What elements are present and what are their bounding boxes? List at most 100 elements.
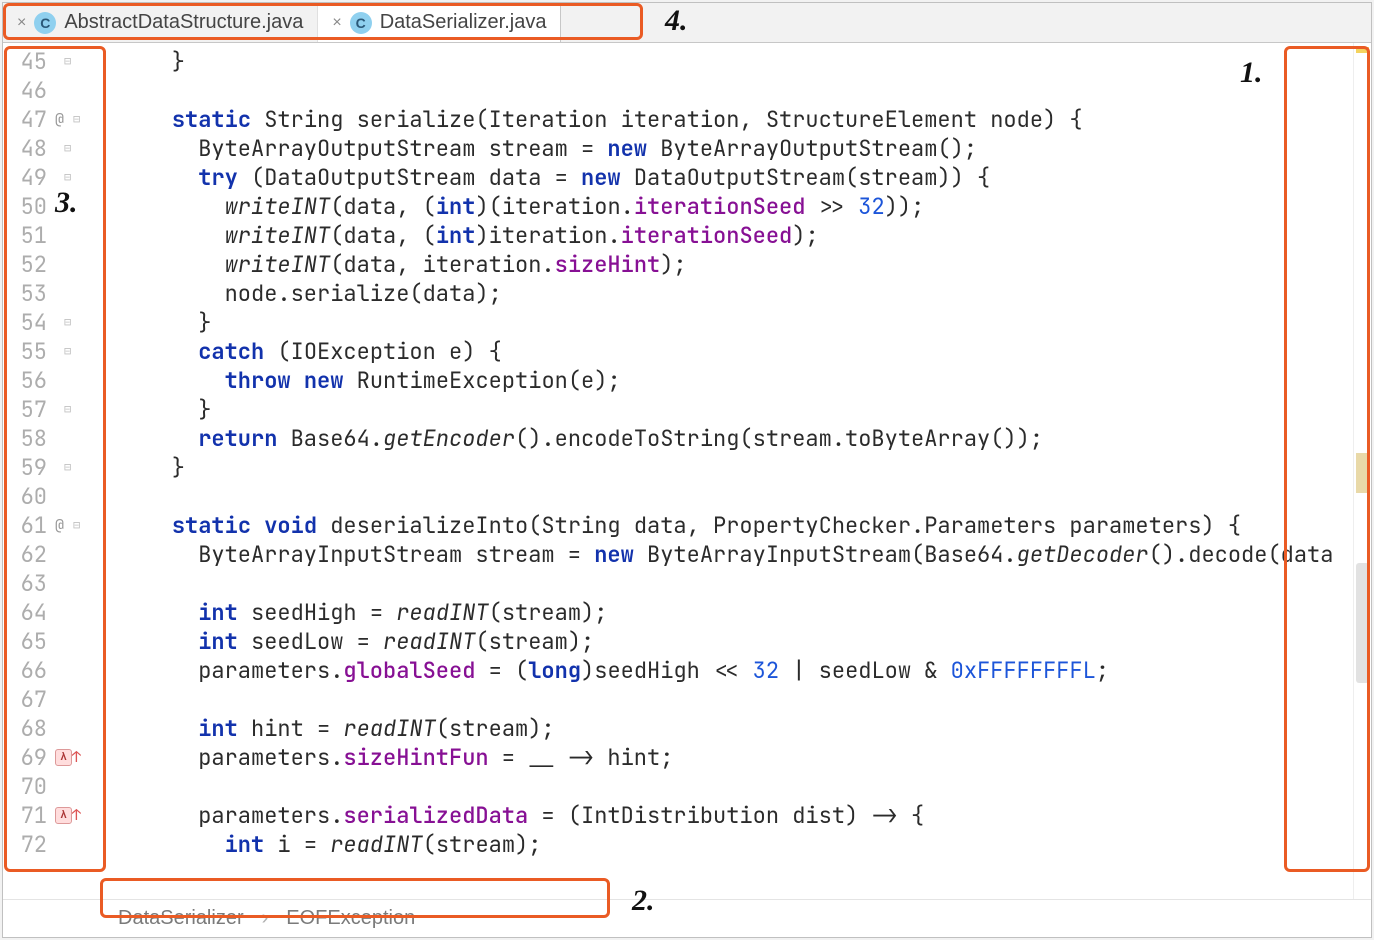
- code-line[interactable]: static void deserializeInto(String data,…: [119, 511, 1353, 540]
- code-line[interactable]: int seedLow = readINT(stream);: [119, 627, 1353, 656]
- line-number[interactable]: 66: [7, 656, 47, 685]
- gutter-row[interactable]: [49, 685, 109, 714]
- gutter-row[interactable]: [49, 569, 109, 598]
- gutter-row[interactable]: ⊟: [49, 134, 109, 163]
- code-editor[interactable]: 4546474849505152535455565758596061626364…: [3, 43, 1371, 899]
- lambda-icon[interactable]: λ: [55, 807, 72, 824]
- code-line[interactable]: return Base64.getEncoder().encodeToStrin…: [119, 424, 1353, 453]
- gutter-row[interactable]: [49, 482, 109, 511]
- line-number[interactable]: 46: [7, 76, 47, 105]
- fold-icon[interactable]: ⊟: [64, 134, 71, 163]
- gutter-row[interactable]: [49, 598, 109, 627]
- line-number[interactable]: 65: [7, 627, 47, 656]
- line-number[interactable]: 67: [7, 685, 47, 714]
- code-line[interactable]: }: [119, 395, 1353, 424]
- code-line[interactable]: node.serialize(data);: [119, 279, 1353, 308]
- gutter-row[interactable]: [49, 627, 109, 656]
- fold-icon[interactable]: ⊟: [73, 511, 80, 540]
- line-number[interactable]: 69: [7, 743, 47, 772]
- fold-icon[interactable]: ⊟: [64, 308, 71, 337]
- line-number[interactable]: 59: [7, 453, 47, 482]
- close-icon[interactable]: ×: [332, 15, 341, 31]
- code-line[interactable]: throw new RuntimeException(e);: [119, 366, 1353, 395]
- line-number[interactable]: 70: [7, 772, 47, 801]
- gutter-row[interactable]: [49, 221, 109, 250]
- line-number[interactable]: 63: [7, 569, 47, 598]
- fold-icon[interactable]: ⊟: [64, 337, 71, 366]
- breadcrumb[interactable]: DataSerializer › EOFException: [3, 899, 1371, 937]
- gutter-row[interactable]: ⊟: [49, 308, 109, 337]
- gutter-row[interactable]: @ ⊟: [49, 105, 109, 134]
- line-number[interactable]: 48: [7, 134, 47, 163]
- warning-marker[interactable]: [1356, 47, 1369, 53]
- gutter-icon-strip[interactable]: ⊟@ ⊟ ⊟ ⊟ ⊟ ⊟ ⊟ ⊟@ ⊟λ↑λ↑: [49, 43, 109, 899]
- gutter-row[interactable]: λ↑: [49, 743, 109, 772]
- line-number[interactable]: 52: [7, 250, 47, 279]
- line-number[interactable]: 53: [7, 279, 47, 308]
- warning-marker[interactable]: [1356, 453, 1369, 493]
- line-number[interactable]: 45: [7, 47, 47, 76]
- fold-icon[interactable]: ⊟: [64, 395, 71, 424]
- code-line[interactable]: int i = readINT(stream);: [119, 830, 1353, 859]
- line-number[interactable]: 49: [7, 163, 47, 192]
- code-line[interactable]: catch (IOException e) {: [119, 337, 1353, 366]
- code-line[interactable]: [119, 569, 1353, 598]
- annotation-icon[interactable]: @: [55, 105, 64, 134]
- up-arrow-icon[interactable]: ↑: [72, 743, 81, 772]
- gutter-row[interactable]: λ↑: [49, 801, 109, 830]
- line-number[interactable]: 56: [7, 366, 47, 395]
- gutter-row[interactable]: ⊟: [49, 453, 109, 482]
- code-line[interactable]: static String serialize(Iteration iterat…: [119, 105, 1353, 134]
- editor-tab-1[interactable]: × C DataSerializer.java: [318, 3, 561, 42]
- code-line[interactable]: [119, 772, 1353, 801]
- gutter-row[interactable]: [49, 279, 109, 308]
- gutter-row[interactable]: ⊟: [49, 47, 109, 76]
- code-line[interactable]: int hint = readINT(stream);: [119, 714, 1353, 743]
- code-line[interactable]: }: [119, 308, 1353, 337]
- code-line[interactable]: parameters.globalSeed = (long)seedHigh <…: [119, 656, 1353, 685]
- code-line[interactable]: parameters.sizeHintFun = __ -> hint;: [119, 743, 1353, 772]
- fold-icon[interactable]: ⊟: [64, 453, 71, 482]
- line-number[interactable]: 57: [7, 395, 47, 424]
- gutter-row[interactable]: [49, 830, 109, 859]
- line-number[interactable]: 61: [7, 511, 47, 540]
- gutter-row[interactable]: [49, 656, 109, 685]
- gutter-row[interactable]: ⊟: [49, 337, 109, 366]
- error-stripe[interactable]: [1353, 43, 1371, 899]
- fold-icon[interactable]: ⊟: [64, 47, 71, 76]
- line-number[interactable]: 55: [7, 337, 47, 366]
- line-number[interactable]: 68: [7, 714, 47, 743]
- line-number[interactable]: 60: [7, 482, 47, 511]
- line-number[interactable]: 64: [7, 598, 47, 627]
- code-line[interactable]: parameters.serializedData = (IntDistribu…: [119, 801, 1353, 830]
- annotation-icon[interactable]: @: [55, 511, 64, 540]
- code-line[interactable]: [119, 482, 1353, 511]
- code-line[interactable]: [119, 76, 1353, 105]
- line-number[interactable]: 50: [7, 192, 47, 221]
- line-number[interactable]: 51: [7, 221, 47, 250]
- line-number[interactable]: 71: [7, 801, 47, 830]
- breadcrumb-item[interactable]: EOFException: [286, 907, 415, 930]
- code-line[interactable]: int seedHigh = readINT(stream);: [119, 598, 1353, 627]
- editor-tab-0[interactable]: × C AbstractDataStructure.java: [3, 3, 318, 42]
- code-line[interactable]: ByteArrayInputStream stream = new ByteAr…: [119, 540, 1353, 569]
- line-number[interactable]: 62: [7, 540, 47, 569]
- gutter-row[interactable]: [49, 540, 109, 569]
- line-number[interactable]: 47: [7, 105, 47, 134]
- fold-icon[interactable]: ⊟: [73, 105, 80, 134]
- code-line[interactable]: [119, 685, 1353, 714]
- gutter-row[interactable]: [49, 250, 109, 279]
- scroll-thumb[interactable]: [1356, 563, 1369, 683]
- up-arrow-icon[interactable]: ↑: [72, 801, 81, 830]
- lambda-icon[interactable]: λ: [55, 749, 72, 766]
- code-line[interactable]: writeINT(data, (int)(iteration.iteration…: [119, 192, 1353, 221]
- gutter-row[interactable]: [49, 714, 109, 743]
- gutter-row[interactable]: ⊟: [49, 395, 109, 424]
- code-line[interactable]: }: [119, 453, 1353, 482]
- line-number[interactable]: 72: [7, 830, 47, 859]
- line-number[interactable]: 54: [7, 308, 47, 337]
- code-line[interactable]: ByteArrayOutputStream stream = new ByteA…: [119, 134, 1353, 163]
- close-icon[interactable]: ×: [17, 15, 26, 31]
- line-number[interactable]: 58: [7, 424, 47, 453]
- gutter-row[interactable]: [49, 76, 109, 105]
